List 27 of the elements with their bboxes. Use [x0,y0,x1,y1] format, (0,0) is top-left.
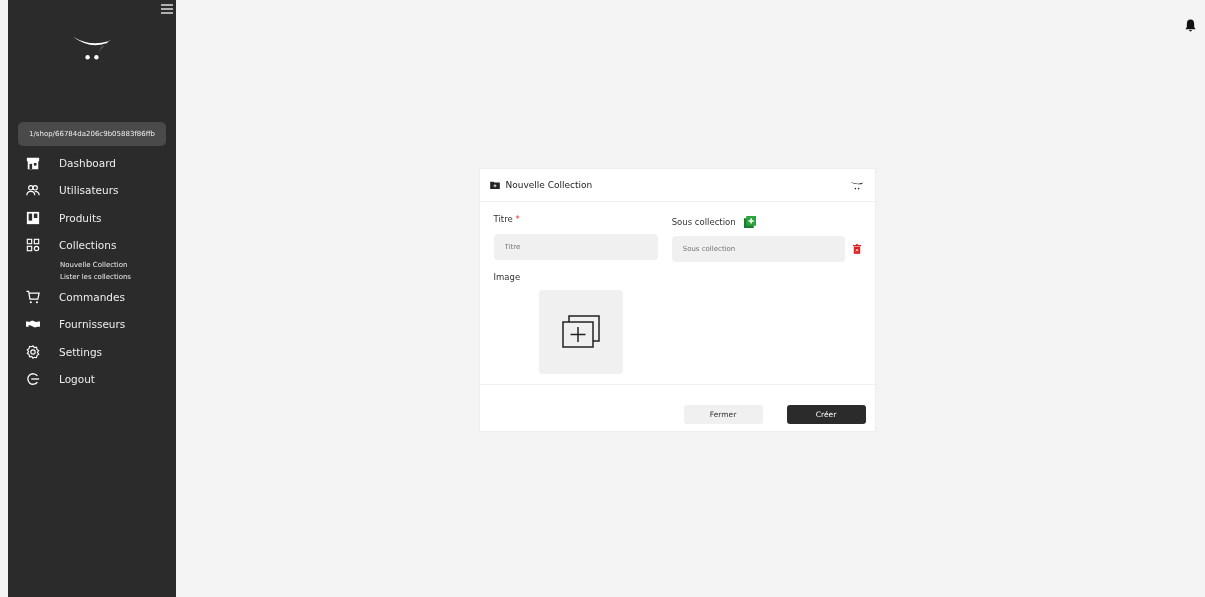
nav-item[interactable]: Settings [8,338,176,366]
field-label: Sous collection [671,217,736,227]
folder-icon [489,181,500,189]
nav-item[interactable]: Utilisateurs [8,176,176,204]
nav-item[interactable]: Dashboard [8,149,176,177]
nav-item[interactable]: Collections [8,231,176,259]
settings-icon [26,344,40,359]
field-label: Titre * [493,214,521,226]
logout-icon [26,372,40,387]
menu-icon[interactable] [161,4,173,14]
board-icon [26,210,40,225]
cart-icon [26,289,40,304]
field-label: Image [493,272,522,284]
nav-item[interactable]: Produits [8,204,176,232]
add-icon[interactable] [743,216,756,228]
bell-icon[interactable] [1185,19,1196,32]
nav-item[interactable]: Logout [8,365,176,393]
trash-icon[interactable] [852,244,861,254]
logo-icon [848,180,865,190]
nav-item[interactable]: Fournisseurs [8,310,176,338]
grid-icon [26,238,40,253]
image-upload[interactable] [538,290,623,374]
modal-title: Nouvelle Collection [505,180,594,190]
add-image-icon [560,315,601,349]
store-icon [26,155,40,170]
users-icon [26,183,40,198]
nav-item[interactable]: Commandes [8,283,176,311]
